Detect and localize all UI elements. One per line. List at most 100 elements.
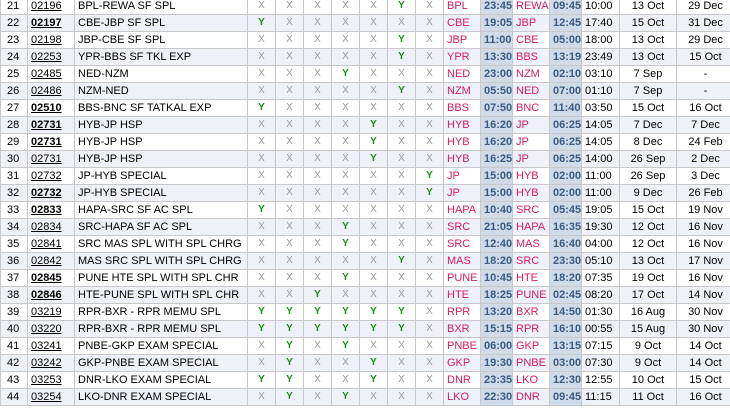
run-day-f-4: X bbox=[359, 218, 388, 236]
run-day-t-3: X bbox=[331, 354, 360, 372]
end-date: 16 Oct bbox=[676, 99, 730, 117]
start-date: 7 Sep bbox=[619, 82, 677, 100]
run-day-t-1: X bbox=[275, 82, 304, 100]
serial-number: 21 bbox=[0, 0, 28, 15]
travel-duration: 12:55 bbox=[581, 371, 620, 389]
serial-number: 35 bbox=[0, 235, 28, 253]
serial-number: 28 bbox=[0, 116, 28, 134]
train-number-link[interactable]: 02253 bbox=[31, 51, 62, 63]
from-station: HAPA bbox=[443, 201, 481, 219]
train-number-cell: 02834 bbox=[27, 218, 75, 236]
train-number-link[interactable]: 03241 bbox=[31, 340, 62, 352]
train-number-cell: 02846 bbox=[27, 286, 75, 304]
run-day-s-5: Y bbox=[387, 0, 416, 15]
run-day-t-1: X bbox=[275, 201, 304, 219]
arrival-time: 02:00 bbox=[549, 167, 582, 185]
table-row: 30 02731 HYB-JP HSP X X X X Y X X HYB 16:25 JP 06:25 1… bbox=[0, 150, 730, 168]
run-day-t-3: Y bbox=[331, 320, 360, 338]
train-number-cell: 02485 bbox=[27, 65, 75, 83]
train-name: HYB-JP HSP bbox=[74, 133, 248, 151]
train-number-link[interactable]: 02198 bbox=[31, 34, 62, 46]
train-number-link[interactable]: 03219 bbox=[31, 306, 62, 318]
from-station: DNR bbox=[443, 371, 481, 389]
end-date: 16 Nov bbox=[676, 235, 730, 253]
run-day-s-6: Y bbox=[415, 184, 444, 202]
run-day-t-1: Y bbox=[275, 354, 304, 372]
train-number-link[interactable]: 02510 bbox=[31, 102, 62, 114]
end-date: 15 Oct bbox=[676, 371, 730, 389]
train-number-cell: 02486 bbox=[27, 82, 75, 100]
to-station: MAS bbox=[512, 235, 550, 253]
run-day-s-6: X bbox=[415, 14, 444, 32]
run-day-t-3: X bbox=[331, 82, 360, 100]
run-day-s-5: X bbox=[387, 235, 416, 253]
train-number-link[interactable]: 02833 bbox=[31, 204, 62, 216]
departure-time: 15:00 bbox=[480, 167, 513, 185]
end-date: 2 Dec bbox=[676, 150, 730, 168]
run-day-s-6: X bbox=[415, 65, 444, 83]
run-day-f-4: Y bbox=[359, 303, 388, 321]
train-name: YPR-BBS SF TKL EXP bbox=[74, 48, 248, 66]
to-station: PUNE bbox=[512, 286, 550, 304]
run-day-w-2: X bbox=[303, 150, 332, 168]
train-name: BPL-REWA SF SPL bbox=[74, 0, 248, 15]
run-day-t-3: X bbox=[331, 371, 360, 389]
train-number-link[interactable]: 02486 bbox=[31, 85, 62, 97]
table-row: 43 03253 DNR-LKO EXAM SPECIAL Y Y X X Y X X DNR 23:… bbox=[0, 371, 730, 389]
train-number-link[interactable]: 02731 bbox=[31, 119, 62, 131]
end-date: 15 Oct bbox=[676, 48, 730, 66]
train-number-link[interactable]: 02845 bbox=[31, 272, 62, 284]
train-number-link[interactable]: 03242 bbox=[31, 357, 62, 369]
run-day-m-0: X bbox=[247, 65, 276, 83]
travel-duration: 05:10 bbox=[581, 252, 620, 270]
travel-duration: 19:30 bbox=[581, 218, 620, 236]
train-number-cell: 03220 bbox=[27, 320, 75, 338]
train-number-link[interactable]: 02197 bbox=[31, 17, 62, 29]
run-day-f-4: X bbox=[359, 235, 388, 253]
to-station: HYB bbox=[512, 167, 550, 185]
train-number-link[interactable]: 02731 bbox=[31, 153, 62, 165]
train-number-link[interactable]: 02485 bbox=[31, 68, 62, 80]
start-date: 15 Oct bbox=[619, 201, 677, 219]
run-day-w-2: X bbox=[303, 388, 332, 406]
arrival-time: 03:00 bbox=[549, 354, 582, 372]
arrival-time: 11:40 bbox=[549, 99, 582, 117]
to-station: JP bbox=[512, 116, 550, 134]
run-day-s-5: Y bbox=[387, 48, 416, 66]
train-number-link[interactable]: 02732 bbox=[31, 170, 62, 182]
train-name: GKP-PNBE EXAM SPECIAL bbox=[74, 354, 248, 372]
from-station: GKP bbox=[443, 354, 481, 372]
departure-time: 06:00 bbox=[480, 337, 513, 355]
train-number-link[interactable]: 02196 bbox=[31, 0, 62, 12]
train-number-link[interactable]: 02846 bbox=[31, 289, 62, 301]
train-number-link[interactable]: 03254 bbox=[31, 391, 62, 403]
run-day-t-1: X bbox=[275, 286, 304, 304]
run-day-m-0: Y bbox=[247, 99, 276, 117]
train-number-link[interactable]: 02841 bbox=[31, 238, 62, 250]
train-number-link[interactable]: 02834 bbox=[31, 221, 62, 233]
run-day-f-4: X bbox=[359, 201, 388, 219]
table-row: 40 03220 RPR-BXR - RPR MEMU SPL Y Y Y Y Y Y X BXR 1… bbox=[0, 320, 730, 338]
run-day-m-0: X bbox=[247, 116, 276, 134]
travel-duration: 07:35 bbox=[581, 269, 620, 287]
train-number-link[interactable]: 03220 bbox=[31, 323, 62, 335]
run-day-f-4: X bbox=[359, 286, 388, 304]
train-number-link[interactable]: 03253 bbox=[31, 374, 62, 386]
train-number-cell: 02196 bbox=[27, 0, 75, 15]
from-station: RPR bbox=[443, 303, 481, 321]
end-date: 14 Nov bbox=[676, 286, 730, 304]
end-date: 29 Dec bbox=[676, 0, 730, 15]
run-day-s-6: X bbox=[415, 82, 444, 100]
from-station: LKO bbox=[443, 388, 481, 406]
departure-time: 10:40 bbox=[480, 201, 513, 219]
train-number-link[interactable]: 02731 bbox=[31, 136, 62, 148]
run-day-s-6: X bbox=[415, 218, 444, 236]
run-day-w-2: X bbox=[303, 371, 332, 389]
travel-duration: 01:30 bbox=[581, 303, 620, 321]
run-day-s-5: Y bbox=[387, 31, 416, 49]
train-number-link[interactable]: 02732 bbox=[31, 187, 62, 199]
train-name: BBS-BNC SF TATKAL EXP bbox=[74, 99, 248, 117]
train-number-link[interactable]: 02842 bbox=[31, 255, 62, 267]
run-day-s-5: X bbox=[387, 14, 416, 32]
run-day-f-4: X bbox=[359, 252, 388, 270]
